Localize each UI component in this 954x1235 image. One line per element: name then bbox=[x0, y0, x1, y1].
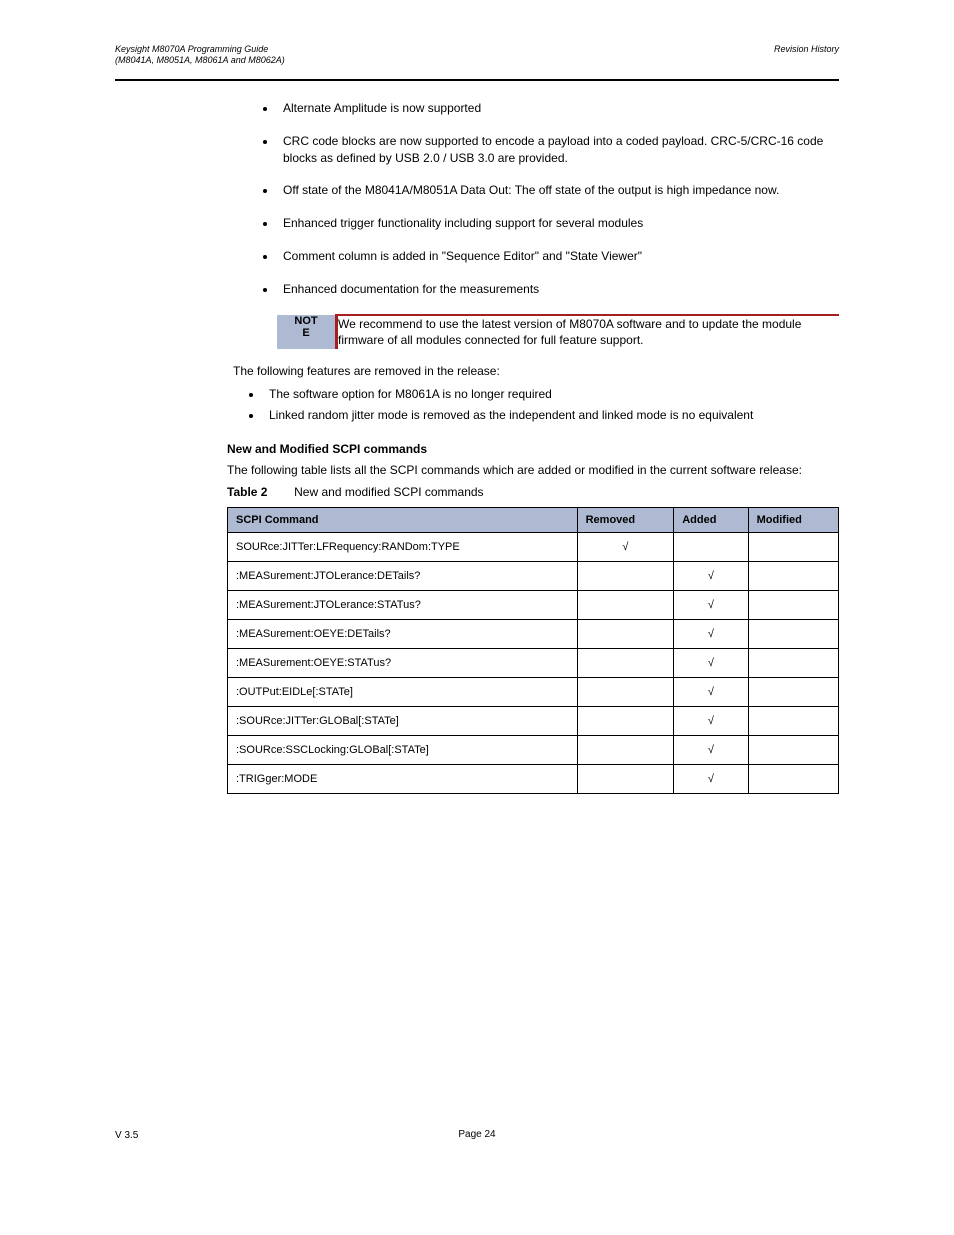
cell-added: √ bbox=[674, 736, 748, 765]
cell-modified bbox=[748, 765, 838, 794]
cell-added: √ bbox=[674, 678, 748, 707]
cell-modified bbox=[748, 533, 838, 562]
header-left: Keysight M8070A Programming Guide (M8041… bbox=[115, 44, 285, 66]
col-modified: Modified bbox=[748, 508, 838, 533]
table-caption-text: New and modified SCPI commands bbox=[294, 485, 483, 499]
cell-removed bbox=[577, 591, 674, 620]
feature-item: Comment column is added in "Sequence Edi… bbox=[277, 248, 839, 265]
cell-added: √ bbox=[674, 707, 748, 736]
feature-text: Off state of the M8041A/M8051A Data Out:… bbox=[283, 183, 779, 197]
feature-text: Comment column is added in "Sequence Edi… bbox=[283, 249, 642, 263]
cell-modified bbox=[748, 620, 838, 649]
note-label-line1: NOT bbox=[294, 315, 317, 327]
page-footer: V 3.5 Page 24 bbox=[115, 1130, 839, 1140]
cell-removed bbox=[577, 678, 674, 707]
cell-removed bbox=[577, 765, 674, 794]
note-label-line2: E bbox=[302, 327, 309, 339]
table-row: :MEASurement:JTOLerance:DETails? √ bbox=[228, 562, 839, 591]
table-caption-row: Table 2 New and modified SCPI commands bbox=[227, 484, 839, 501]
header-rule bbox=[115, 79, 839, 81]
table-row: :SOURce:SSCLocking:GLOBal[:STATe] √ bbox=[228, 736, 839, 765]
cell-cmd: :TRIGger:MODE bbox=[228, 765, 578, 794]
cell-modified bbox=[748, 736, 838, 765]
feature-text: Enhanced trigger functionality including… bbox=[283, 216, 643, 230]
col-added: Added bbox=[674, 508, 748, 533]
feature-item: Alternate Amplitude is now supported bbox=[277, 100, 839, 117]
table-caption-label: Table 2 bbox=[227, 485, 267, 499]
section-intro: The following table lists all the SCPI c… bbox=[227, 462, 839, 479]
removed-item: The software option for M8061A is no lon… bbox=[263, 386, 839, 403]
cell-removed bbox=[577, 736, 674, 765]
cell-added: √ bbox=[674, 649, 748, 678]
table-row: :SOURce:JITTer:GLOBal[:STATe] √ bbox=[228, 707, 839, 736]
table-row: :MEASurement:OEYE:STATus? √ bbox=[228, 649, 839, 678]
cell-modified bbox=[748, 562, 838, 591]
cell-cmd: :MEASurement:JTOLerance:DETails? bbox=[228, 562, 578, 591]
cell-removed bbox=[577, 562, 674, 591]
cell-added: √ bbox=[674, 620, 748, 649]
note-body-text: We recommend to use the latest version o… bbox=[338, 317, 801, 348]
cell-removed bbox=[577, 620, 674, 649]
header-left-line2: (M8041A, M8051A, M8061A and M8062A) bbox=[115, 55, 285, 66]
note-label: NOT E bbox=[277, 315, 337, 350]
cell-added bbox=[674, 533, 748, 562]
header-right-line1: Revision History bbox=[774, 44, 839, 55]
feature-text: Alternate Amplitude is now supported bbox=[283, 101, 481, 115]
cell-added: √ bbox=[674, 765, 748, 794]
cell-modified bbox=[748, 649, 838, 678]
cell-cmd: :SOURce:SSCLocking:GLOBal[:STATe] bbox=[228, 736, 578, 765]
section-heading: New and Modified SCPI commands bbox=[227, 442, 839, 456]
table-row: :OUTPut:EIDLe[:STATe] √ bbox=[228, 678, 839, 707]
cell-removed bbox=[577, 707, 674, 736]
cell-cmd: SOURce:JITTer:LFRequency:RANDom:TYPE bbox=[228, 533, 578, 562]
table-row: :MEASurement:JTOLerance:STATus? √ bbox=[228, 591, 839, 620]
table-header-row: SCPI Command Removed Added Modified bbox=[228, 508, 839, 533]
cell-cmd: :MEASurement:OEYE:DETails? bbox=[228, 620, 578, 649]
feature-item: CRC code blocks are now supported to enc… bbox=[277, 133, 839, 167]
col-command: SCPI Command bbox=[228, 508, 578, 533]
cell-cmd: :MEASurement:JTOLerance:STATus? bbox=[228, 591, 578, 620]
feature-list: Alternate Amplitude is now supported CRC… bbox=[227, 100, 839, 298]
feature-text: Enhanced documentation for the measureme… bbox=[283, 282, 539, 296]
cell-modified bbox=[748, 707, 838, 736]
cell-removed bbox=[577, 649, 674, 678]
removed-item: Linked random jitter mode is removed as … bbox=[263, 407, 839, 424]
cell-added: √ bbox=[674, 562, 748, 591]
cell-modified bbox=[748, 678, 838, 707]
header-right: Revision History bbox=[774, 44, 839, 55]
removed-text: The software option for M8061A is no lon… bbox=[269, 387, 552, 401]
removed-text: Linked random jitter mode is removed as … bbox=[269, 408, 753, 422]
col-removed: Removed bbox=[577, 508, 674, 533]
removed-intro: The following features are removed in th… bbox=[227, 363, 839, 380]
table-row: :MEASurement:OEYE:DETails? √ bbox=[228, 620, 839, 649]
feature-text: CRC code blocks are now supported to enc… bbox=[283, 134, 823, 165]
cell-added: √ bbox=[674, 591, 748, 620]
table-row: :TRIGger:MODE √ bbox=[228, 765, 839, 794]
note-body: We recommend to use the latest version o… bbox=[337, 315, 840, 350]
cell-cmd: :OUTPut:EIDLe[:STATe] bbox=[228, 678, 578, 707]
note-callout: NOT E We recommend to use the latest ver… bbox=[277, 314, 839, 350]
cell-modified bbox=[748, 591, 838, 620]
scpi-table: SCPI Command Removed Added Modified SOUR… bbox=[227, 507, 839, 794]
cell-removed: √ bbox=[577, 533, 674, 562]
removed-list: The software option for M8061A is no lon… bbox=[227, 386, 839, 424]
feature-item: Off state of the M8041A/M8051A Data Out:… bbox=[277, 182, 839, 199]
footer-page-number: Page 24 bbox=[115, 1129, 839, 1140]
feature-item: Enhanced trigger functionality including… bbox=[277, 215, 839, 232]
header-left-line1: Keysight M8070A Programming Guide bbox=[115, 44, 285, 55]
table-row: SOURce:JITTer:LFRequency:RANDom:TYPE √ bbox=[228, 533, 839, 562]
feature-item: Enhanced documentation for the measureme… bbox=[277, 281, 839, 298]
cell-cmd: :MEASurement:OEYE:STATus? bbox=[228, 649, 578, 678]
cell-cmd: :SOURce:JITTer:GLOBal[:STATe] bbox=[228, 707, 578, 736]
